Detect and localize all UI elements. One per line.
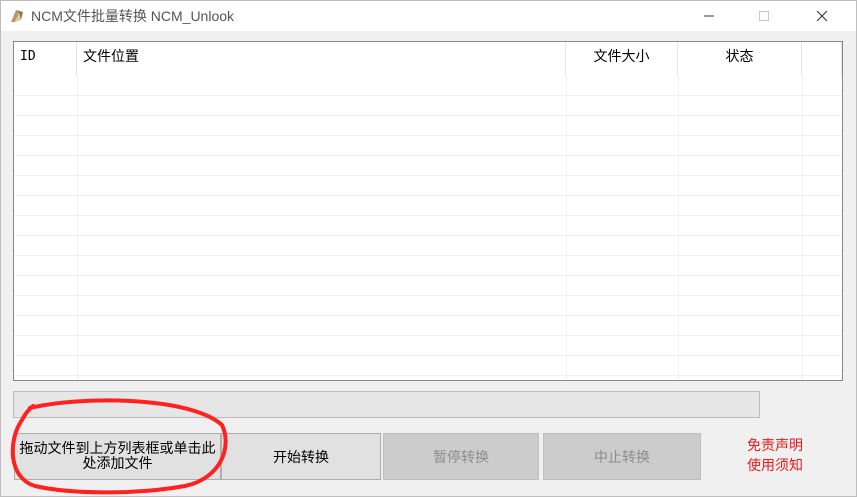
table-row bbox=[14, 316, 842, 336]
table-row bbox=[14, 336, 842, 356]
column-divider bbox=[802, 76, 803, 380]
conversion-progress-bar bbox=[13, 391, 760, 418]
maximize-button[interactable] bbox=[741, 1, 787, 31]
table-row bbox=[14, 136, 842, 156]
table-row bbox=[14, 256, 842, 276]
table-row bbox=[14, 76, 842, 96]
usage-notice-link[interactable]: 使用须知 bbox=[731, 456, 819, 476]
column-divider bbox=[77, 76, 78, 380]
table-row bbox=[14, 236, 842, 256]
column-header-file-location[interactable]: 文件位置 bbox=[77, 42, 566, 76]
close-icon bbox=[816, 10, 828, 22]
app-icon bbox=[8, 7, 26, 25]
column-divider bbox=[678, 76, 679, 380]
disclaimer-links: 免责声明 使用须知 bbox=[731, 436, 819, 476]
column-header-status[interactable]: 状态 bbox=[678, 42, 802, 76]
list-header: ID 文件位置 文件大小 状态 bbox=[14, 42, 842, 76]
table-row bbox=[14, 176, 842, 196]
minimize-button[interactable] bbox=[686, 1, 732, 31]
minimize-icon bbox=[704, 15, 714, 17]
maximize-icon bbox=[759, 11, 769, 21]
app-window: NCM文件批量转换 NCM_Unlook ID 文件位置 文件大小 状态 拖动文… bbox=[0, 0, 857, 497]
table-row bbox=[14, 96, 842, 116]
stop-conversion-button[interactable]: 中止转换 bbox=[543, 433, 701, 480]
window-title: NCM文件批量转换 NCM_Unlook bbox=[31, 8, 235, 24]
pause-conversion-button[interactable]: 暂停转换 bbox=[383, 433, 539, 480]
column-header-file-size[interactable]: 文件大小 bbox=[566, 42, 678, 76]
list-body[interactable] bbox=[14, 76, 842, 380]
close-button[interactable] bbox=[799, 1, 845, 31]
disclaimer-link[interactable]: 免责声明 bbox=[731, 436, 819, 456]
add-files-button[interactable]: 拖动文件到上方列表框或单击此处添加文件 bbox=[14, 433, 221, 480]
table-row bbox=[14, 116, 842, 136]
column-header-filler bbox=[802, 42, 842, 76]
table-row bbox=[14, 156, 842, 176]
column-divider bbox=[566, 76, 567, 380]
table-row bbox=[14, 196, 842, 216]
table-row bbox=[14, 276, 842, 296]
title-bar[interactable]: NCM文件批量转换 NCM_Unlook bbox=[1, 1, 856, 31]
start-conversion-button[interactable]: 开始转换 bbox=[221, 433, 381, 480]
table-row bbox=[14, 296, 842, 316]
column-header-id[interactable]: ID bbox=[14, 42, 77, 76]
file-list[interactable]: ID 文件位置 文件大小 状态 bbox=[13, 41, 843, 381]
table-row bbox=[14, 356, 842, 376]
table-row bbox=[14, 216, 842, 236]
